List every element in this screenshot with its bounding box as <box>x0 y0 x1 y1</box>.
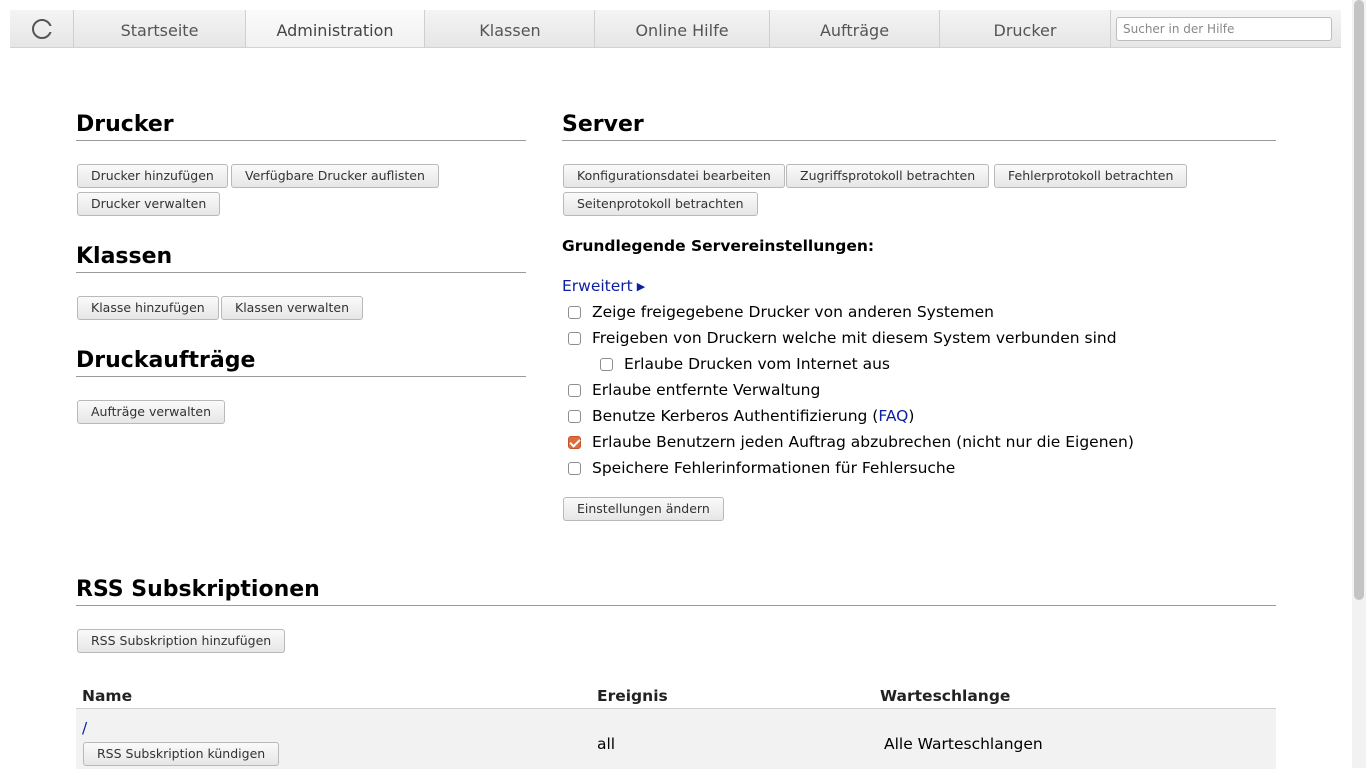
tab-online-hilfe[interactable]: Online Hilfe <box>595 10 769 47</box>
option-remote-admin: Erlaube entfernte Verwaltung <box>568 381 820 399</box>
cancel-rss-subscription-button[interactable]: RSS Subskription kündigen <box>83 742 280 766</box>
column-header-queue: Warteschlange <box>880 687 1011 705</box>
option-label: Freigeben von Druckern welche mit diesem… <box>592 329 1117 347</box>
option-show-shared-printers: Zeige freigegebene Drucker von anderen S… <box>568 303 994 321</box>
advanced-link[interactable]: Erweitert <box>562 277 633 295</box>
tab-drucker[interactable]: Drucker <box>940 10 1110 47</box>
jobs-heading: Druckaufträge <box>76 348 526 377</box>
help-search-input[interactable] <box>1116 17 1332 41</box>
option-label: Erlaube Drucken vom Internet aus <box>624 355 891 373</box>
cups-logo[interactable] <box>10 10 73 47</box>
server-heading: Server <box>562 112 1276 141</box>
classes-heading: Klassen <box>76 244 526 273</box>
option-label-suffix: ) <box>908 407 915 425</box>
cups-logo-icon <box>31 18 53 39</box>
cancel-any-job-checkbox[interactable] <box>568 435 581 449</box>
add-rss-subscription-button[interactable]: RSS Subskription hinzufügen <box>77 629 286 653</box>
show-shared-printers-checkbox[interactable] <box>568 305 581 319</box>
subscription-name-link[interactable]: / <box>82 719 87 737</box>
tab-startseite[interactable]: Startseite <box>74 10 245 47</box>
option-cancel-any-job: Erlaube Benutzern jeden Auftrag abzubrec… <box>568 433 1134 451</box>
kerberos-checkbox[interactable] <box>568 409 581 423</box>
list-available-printers-button[interactable]: Verfügbare Drucker auflisten <box>231 164 439 188</box>
manage-printers-button[interactable]: Drucker verwalten <box>77 192 221 216</box>
table-row: / RSS Subskription kündigen all Alle War… <box>76 708 1276 769</box>
option-label: Erlaube Benutzern jeden Auftrag abzubrec… <box>592 433 1134 451</box>
page-scrollbar[interactable] <box>1352 0 1366 768</box>
share-printers-checkbox[interactable] <box>568 331 581 345</box>
view-page-log-button[interactable]: Seitenprotokoll betrachten <box>563 192 758 216</box>
option-share-printers: Freigeben von Druckern welche mit diesem… <box>568 329 1117 347</box>
nav-separator <box>1110 10 1111 47</box>
top-navigation: Startseite Administration Klassen Online… <box>10 10 1341 48</box>
tab-klassen[interactable]: Klassen <box>425 10 595 47</box>
advanced-toggle[interactable]: Erweitert ▶ <box>562 277 645 295</box>
allow-internet-printing-checkbox[interactable] <box>600 357 613 371</box>
option-label: Speichere Fehlerinformationen für Fehler… <box>592 459 956 477</box>
manage-jobs-button[interactable]: Aufträge verwalten <box>77 400 226 424</box>
option-label: Benutze Kerberos Authentifizierung ( <box>592 407 879 425</box>
rss-heading: RSS Subskriptionen <box>76 577 1276 606</box>
view-error-log-button[interactable]: Fehlerprotokoll betrachten <box>994 164 1188 188</box>
manage-classes-button[interactable]: Klassen verwalten <box>221 296 364 320</box>
add-class-button[interactable]: Klasse hinzufügen <box>77 296 219 320</box>
tab-administration[interactable]: Administration <box>245 10 425 47</box>
triangle-right-icon: ▶ <box>636 279 646 293</box>
column-header-event: Ereignis <box>597 687 668 705</box>
add-printer-button[interactable]: Drucker hinzufügen <box>77 164 228 188</box>
option-kerberos: Benutze Kerberos Authentifizierung (FAQ) <box>568 407 914 425</box>
option-debug-logging: Speichere Fehlerinformationen für Fehler… <box>568 459 955 477</box>
basic-server-settings-label: Grundlegende Servereinstellungen: <box>562 237 875 255</box>
view-access-log-button[interactable]: Zugriffsprotokoll betrachten <box>786 164 990 188</box>
tab-auftraege[interactable]: Aufträge <box>770 10 939 47</box>
subscription-event: all <box>597 735 616 753</box>
remote-admin-checkbox[interactable] <box>568 383 581 397</box>
scrollbar-thumb[interactable] <box>1354 0 1364 600</box>
change-settings-button[interactable]: Einstellungen ändern <box>563 497 724 521</box>
column-header-name: Name <box>82 687 133 705</box>
printers-heading: Drucker <box>76 112 526 141</box>
debug-logging-checkbox[interactable] <box>568 461 581 475</box>
option-label: Zeige freigegebene Drucker von anderen S… <box>592 303 995 321</box>
subscription-queue: Alle Warteschlangen <box>884 735 1043 753</box>
edit-config-button[interactable]: Konfigurationsdatei bearbeiten <box>563 164 785 188</box>
option-allow-internet-printing: Erlaube Drucken vom Internet aus <box>600 355 890 373</box>
faq-link[interactable]: FAQ <box>878 407 908 425</box>
option-label: Erlaube entfernte Verwaltung <box>592 381 821 399</box>
